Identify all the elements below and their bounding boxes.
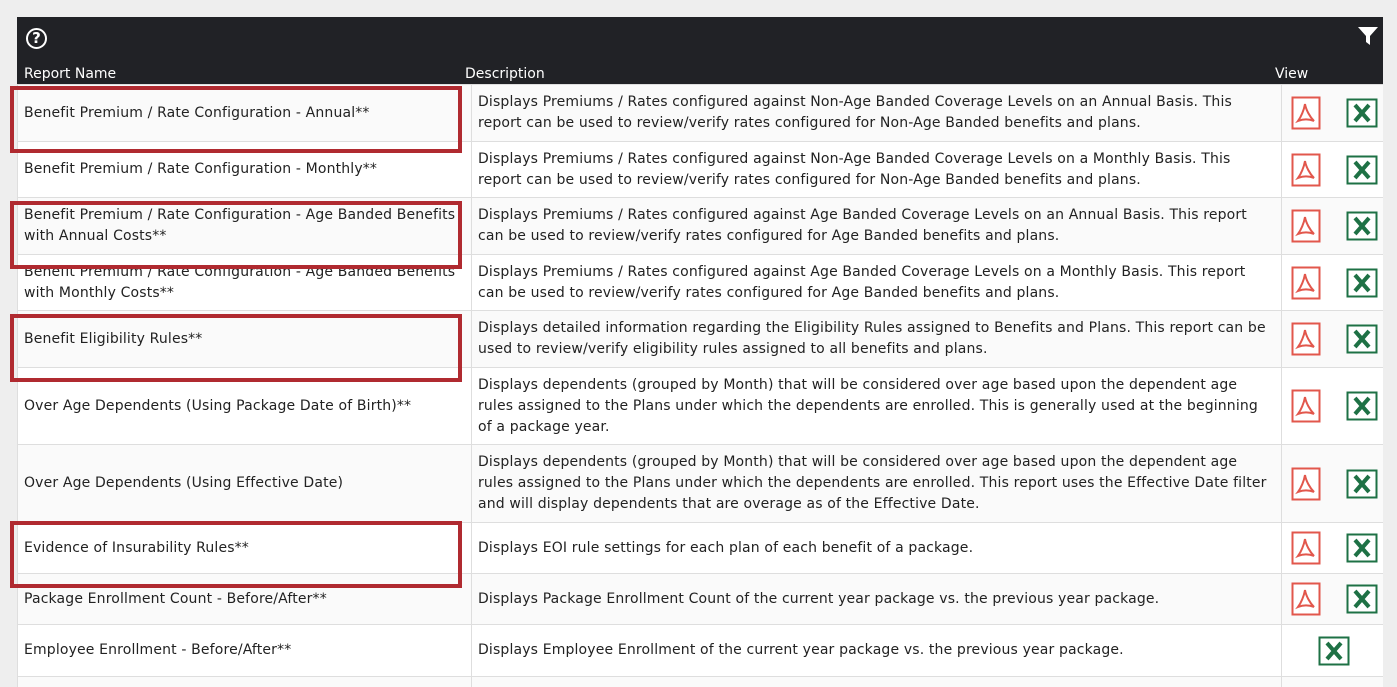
table-row: Benefit Premium / Rate Configuration - A… <box>17 197 1383 255</box>
report-name[interactable]: Package Enrollment Count - Before/After*… <box>17 573 472 625</box>
table-row: Evidence of Insurability Rules** Display… <box>17 522 1383 574</box>
help-icon[interactable]: ? <box>26 28 47 49</box>
report-name[interactable]: Employee Enrollment - Before/After** <box>17 624 472 677</box>
excel-icon[interactable] <box>1346 155 1378 185</box>
table-row: Benefit Premium / Rate Configuration - A… <box>17 84 1383 142</box>
excel-icon[interactable] <box>1346 469 1378 499</box>
report-description: Displays Employee Enrollment of the curr… <box>471 624 1282 677</box>
excel-icon[interactable] <box>1346 268 1378 298</box>
table-row <box>17 676 1383 687</box>
table-row: Employee Enrollment - Before/After** Dis… <box>17 624 1383 677</box>
pdf-icon[interactable] <box>1291 209 1321 243</box>
excel-icon[interactable] <box>1318 636 1350 666</box>
report-description: Displays Premiums / Rates configured aga… <box>471 254 1282 311</box>
report-description: Displays detailed information regarding … <box>471 310 1282 368</box>
report-name[interactable]: Over Age Dependents (Using Effective Dat… <box>17 444 472 523</box>
excel-icon[interactable] <box>1346 584 1378 614</box>
view-cell <box>1281 624 1383 677</box>
pdf-icon[interactable] <box>1291 467 1321 501</box>
column-header-view: View <box>1275 66 1309 82</box>
pdf-icon[interactable] <box>1291 153 1321 187</box>
filter-icon[interactable] <box>1357 25 1379 47</box>
pdf-icon[interactable] <box>1291 322 1321 356</box>
table-row: Benefit Premium / Rate Configuration - A… <box>17 254 1383 311</box>
excel-icon[interactable] <box>1346 211 1378 241</box>
view-cell <box>1281 573 1383 625</box>
excel-icon[interactable] <box>1346 98 1378 128</box>
pdf-icon[interactable] <box>1291 582 1321 616</box>
view-cell <box>1281 197 1383 255</box>
view-cell <box>1281 367 1383 445</box>
view-cell <box>1281 254 1383 311</box>
pdf-icon[interactable] <box>1291 96 1321 130</box>
table-row: Over Age Dependents (Using Package Date … <box>17 367 1383 445</box>
report-description: Displays dependents (grouped by Month) t… <box>471 444 1282 523</box>
view-cell <box>1281 84 1383 142</box>
report-description: Displays Premiums / Rates configured aga… <box>471 197 1282 255</box>
report-list-panel: ? Report Name Description View Benefit P… <box>17 17 1383 687</box>
report-name[interactable]: Benefit Premium / Rate Configuration - M… <box>17 141 472 198</box>
table-row: Benefit Premium / Rate Configuration - M… <box>17 141 1383 198</box>
report-description: Displays EOI rule settings for each plan… <box>471 522 1282 574</box>
view-cell <box>1281 444 1383 523</box>
excel-icon[interactable] <box>1346 533 1378 563</box>
excel-icon[interactable] <box>1346 324 1378 354</box>
table-row: Package Enrollment Count - Before/After*… <box>17 573 1383 625</box>
table-row: Over Age Dependents (Using Effective Dat… <box>17 444 1383 523</box>
report-name[interactable]: Benefit Eligibility Rules** <box>17 310 472 368</box>
report-name[interactable]: Over Age Dependents (Using Package Date … <box>17 367 472 445</box>
excel-icon[interactable] <box>1346 391 1378 421</box>
report-name[interactable]: Benefit Premium / Rate Configuration - A… <box>17 84 472 142</box>
report-description: Displays Package Enrollment Count of the… <box>471 573 1282 625</box>
toolbar: ? <box>17 17 1383 65</box>
report-name[interactable]: Evidence of Insurability Rules** <box>17 522 472 574</box>
column-header-description[interactable]: Description <box>465 66 545 82</box>
report-name[interactable]: Benefit Premium / Rate Configuration - A… <box>17 254 472 311</box>
report-description: Displays Premiums / Rates configured aga… <box>471 141 1282 198</box>
column-header-report-name[interactable]: Report Name <box>24 66 116 82</box>
report-table: Benefit Premium / Rate Configuration - A… <box>17 84 1383 687</box>
pdf-icon[interactable] <box>1291 266 1321 300</box>
pdf-icon[interactable] <box>1291 531 1321 565</box>
table-header: Report Name Description View <box>17 65 1383 84</box>
view-cell <box>1281 522 1383 574</box>
view-cell <box>1281 310 1383 368</box>
report-description: Displays dependents (grouped by Month) t… <box>471 367 1282 445</box>
report-name[interactable]: Benefit Premium / Rate Configuration - A… <box>17 197 472 255</box>
report-description: Displays Premiums / Rates configured aga… <box>471 84 1282 142</box>
view-cell <box>1281 141 1383 198</box>
pdf-icon[interactable] <box>1291 389 1321 423</box>
table-row: Benefit Eligibility Rules** Displays det… <box>17 310 1383 368</box>
